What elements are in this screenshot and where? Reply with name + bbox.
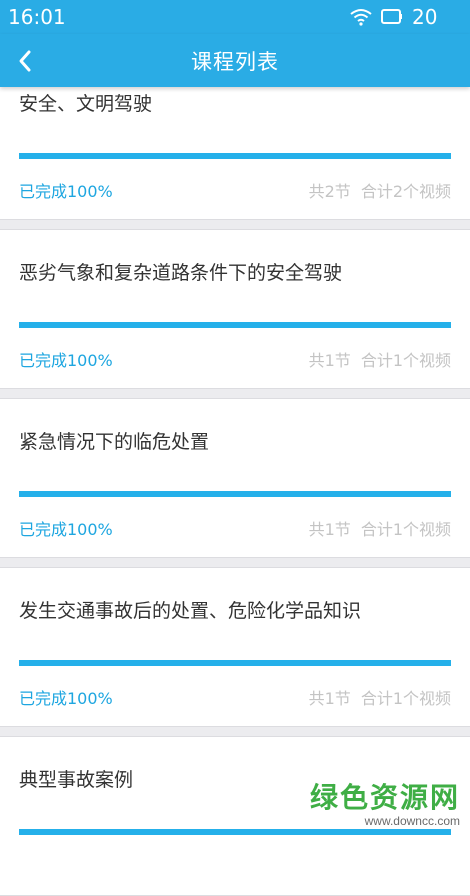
course-card[interactable]: 紧急情况下的临危处置 已完成100% 共1节 合计1个视频 xyxy=(0,398,470,558)
progress-bar-fill xyxy=(19,322,451,328)
page-title: 课程列表 xyxy=(191,50,279,74)
course-title: 发生交通事故后的处置、危险化学品知识 xyxy=(19,600,362,622)
progress-bar-fill xyxy=(19,660,451,666)
watermark-name: 绿色资源网 xyxy=(309,781,460,814)
status-time: 16:01 xyxy=(8,5,66,29)
video-count: 合计1个视频 xyxy=(360,520,451,539)
course-meta: 共2节 合计2个视频 xyxy=(309,178,451,202)
course-title: 安全、文明驾驶 xyxy=(19,93,153,115)
course-meta: 共1节 合计1个视频 xyxy=(309,347,451,371)
progress-bar-fill xyxy=(19,829,451,835)
course-meta: 共1节 合计1个视频 xyxy=(309,685,451,709)
course-card[interactable]: 发生交通事故后的处置、危险化学品知识 已完成100% 共1节 合计1个视频 xyxy=(0,567,470,727)
completion-label: 已完成100% xyxy=(19,689,113,708)
course-title: 恶劣气象和复杂道路条件下的安全驾驶 xyxy=(19,262,343,284)
progress-bar xyxy=(19,660,451,666)
progress-bar xyxy=(19,153,451,159)
section-count: 共1节 xyxy=(308,351,351,370)
progress-bar xyxy=(19,829,451,835)
status-bar: 16:01 20 xyxy=(0,0,470,34)
video-count: 合计2个视频 xyxy=(360,182,451,201)
video-count: 合计1个视频 xyxy=(360,351,451,370)
progress-bar xyxy=(19,322,451,328)
video-count: 合计1个视频 xyxy=(360,689,451,708)
completion-label: 已完成100% xyxy=(19,351,113,370)
completion-label: 已完成100% xyxy=(19,520,113,539)
app-bar: 课程列表 xyxy=(0,34,470,87)
course-meta: 共1节 合计1个视频 xyxy=(309,516,451,540)
course-card[interactable]: 恶劣气象和复杂道路条件下的安全驾驶 已完成100% 共1节 合计1个视频 xyxy=(0,229,470,389)
section-count: 共2节 xyxy=(308,182,351,201)
watermark-logo: 绿色资源网 www.downcc.com xyxy=(310,776,460,828)
completion-label: 已完成100% xyxy=(19,182,113,201)
section-count: 共1节 xyxy=(308,520,351,539)
wifi-icon xyxy=(350,9,372,26)
battery-icon xyxy=(381,9,402,24)
progress-bar-fill xyxy=(19,491,451,497)
progress-bar xyxy=(19,491,451,497)
course-title: 典型事故案例 xyxy=(19,769,134,791)
section-count: 共1节 xyxy=(308,689,351,708)
watermark-url: www.downcc.com xyxy=(364,814,460,828)
progress-bar-fill xyxy=(19,153,451,159)
course-title: 紧急情况下的临危处置 xyxy=(19,431,210,453)
battery-level: 20 xyxy=(412,5,438,29)
